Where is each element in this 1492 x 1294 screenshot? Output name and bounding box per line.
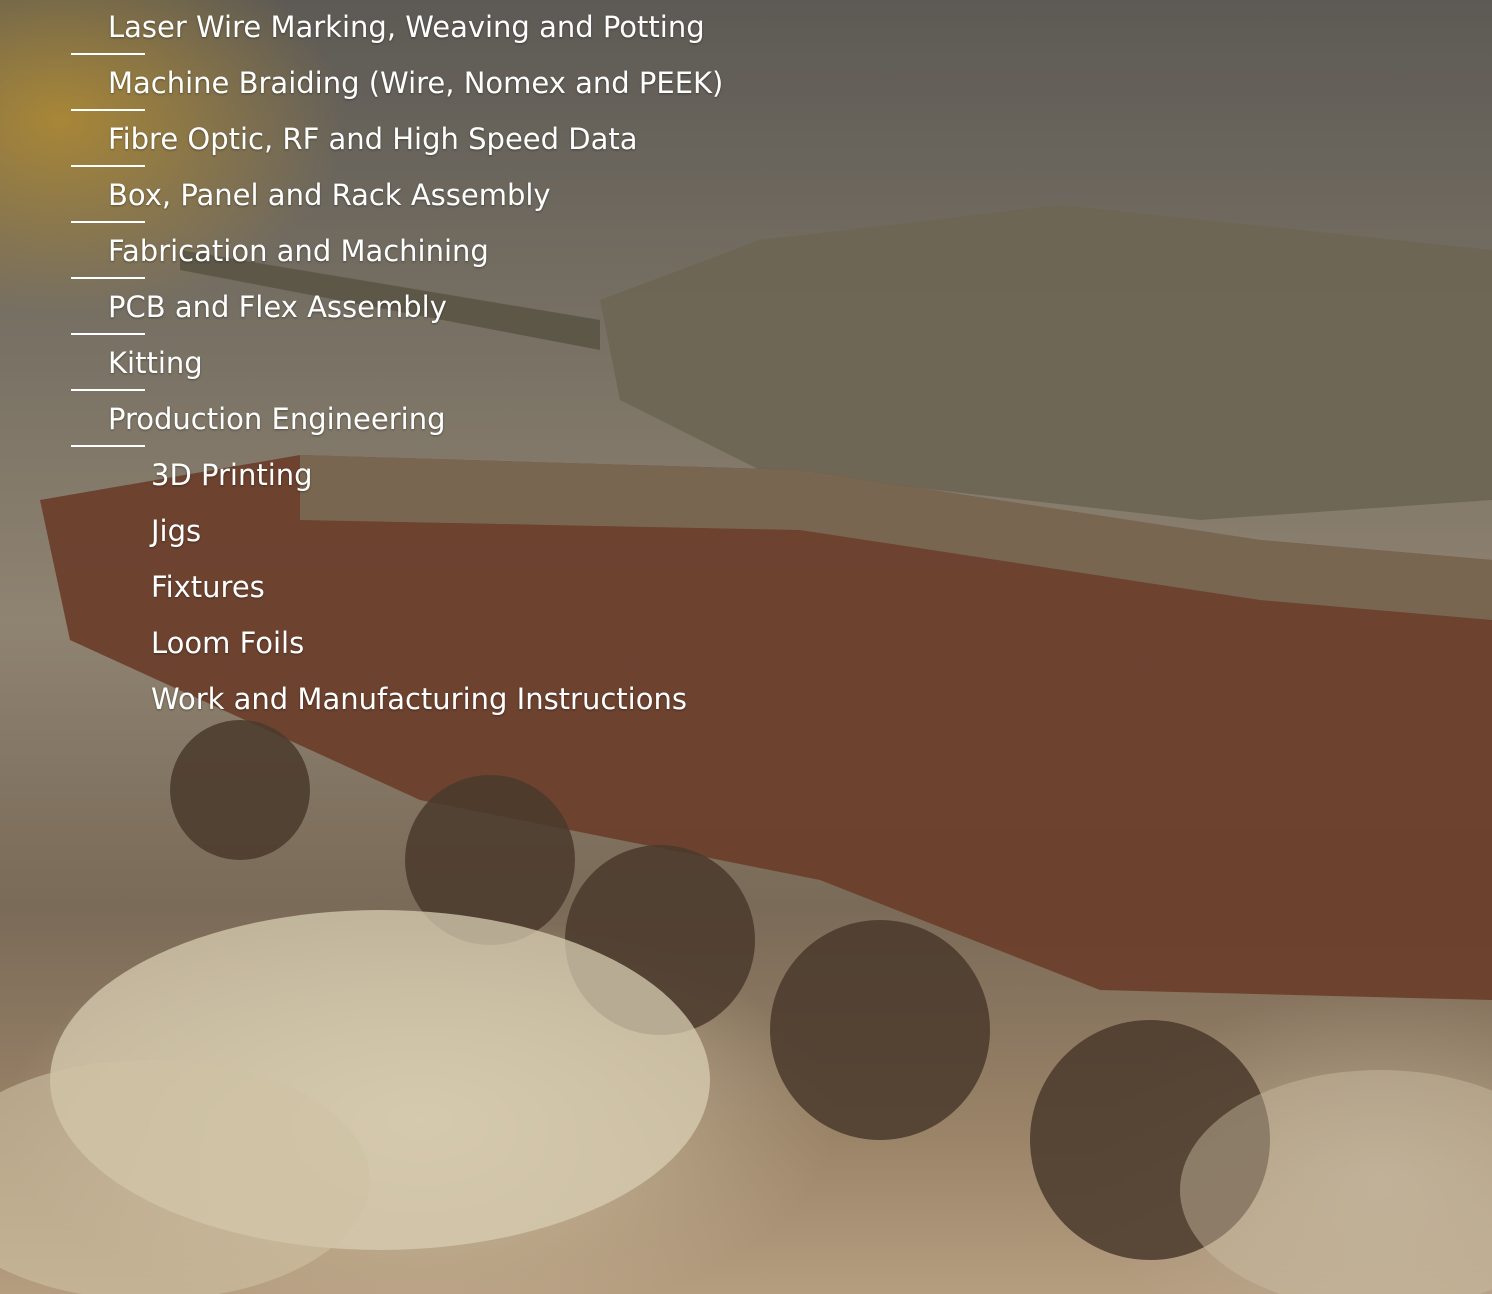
service-subitem-work-instructions: Work and Manufacturing Instructions [151,682,687,716]
service-subitem-3d-printing: 3D Printing [151,458,313,492]
tank-wheel [770,920,990,1140]
services-list: Laser Wire Marking, Weaving and Potting … [0,0,760,728]
tank-wheel [170,720,310,860]
service-item-laser-wire-marking: Laser Wire Marking, Weaving and Potting [0,0,760,56]
service-subitem-loom-foils: Loom Foils [151,626,305,660]
service-item-kitting: Kitting [0,336,760,392]
service-item-box-panel-rack: Box, Panel and Rack Assembly [0,168,760,224]
service-item-production-engineering: Production Engineering [0,392,760,448]
service-item-pcb-flex: PCB and Flex Assembly [0,280,760,336]
service-subitem-fixtures: Fixtures [151,570,265,604]
service-item-machine-braiding: Machine Braiding (Wire, Nomex and PEEK) [0,56,760,112]
service-subitem-jigs: Jigs [151,514,202,548]
service-item-fabrication: Fabrication and Machining [0,224,760,280]
service-item-fibre-optic: Fibre Optic, RF and High Speed Data [0,112,760,168]
